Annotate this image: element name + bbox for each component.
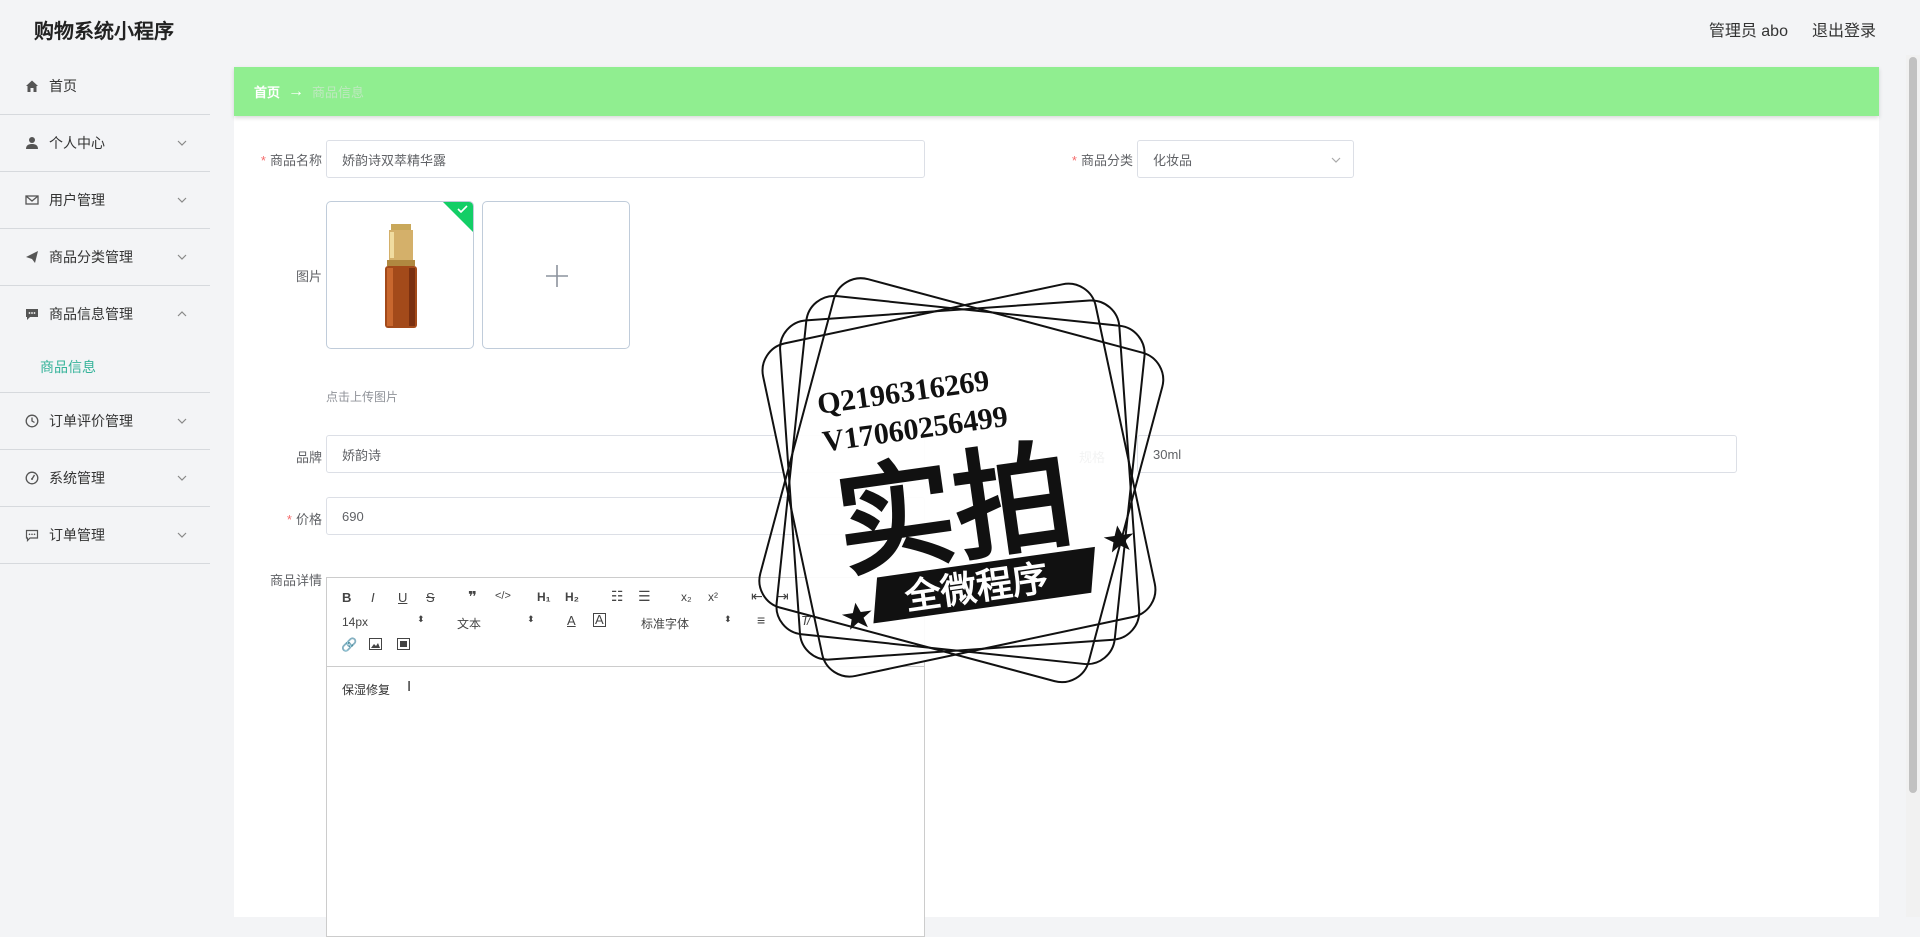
chevron-up-icon — [177, 311, 187, 317]
home-icon — [24, 78, 40, 94]
sidebar-item-system-management[interactable]: 系统管理 — [0, 450, 210, 507]
background-color-icon[interactable]: A — [593, 613, 606, 627]
chevron-down-icon — [1331, 157, 1341, 163]
uploaded-image-thumbnail[interactable] — [326, 201, 474, 349]
product-category-select[interactable]: 化妆品 — [1137, 140, 1354, 178]
sidebar-item-label: 商品分类管理 — [49, 249, 133, 265]
chevron-down-icon — [177, 140, 187, 146]
chevron-down-icon — [177, 254, 187, 260]
superscript-icon[interactable]: x² — [708, 590, 718, 604]
select-updown-icon: ⬍ — [527, 614, 535, 624]
breadcrumb-current: 商品信息 — [312, 85, 365, 100]
image-icon[interactable] — [369, 638, 382, 653]
video-icon[interactable] — [397, 638, 410, 653]
select-updown-icon: ⬍ — [417, 614, 425, 624]
sidebar: 首页 个人中心 用户管理 商品分类管理 商品信息管理 商品信息 订单评价管理 系… — [0, 58, 210, 917]
subscript-icon[interactable]: x₂ — [681, 590, 692, 604]
main-content: 首页 → 商品信息 * 商品名称 娇韵诗双萃精华露 * 商品分类 化妆品 图片 点击 — [234, 67, 1879, 937]
upload-add-button[interactable] — [482, 201, 630, 349]
user-icon — [24, 135, 40, 151]
current-user: 管理员 abo — [1708, 23, 1788, 40]
clock-icon — [24, 413, 40, 429]
scrollbar-thumb[interactable] — [1909, 57, 1917, 793]
arrow-right-icon: → — [288, 82, 305, 100]
spec-input[interactable]: 30ml — [1137, 435, 1737, 473]
sidebar-subitem-product-info[interactable]: 商品信息 — [0, 342, 210, 393]
mail-icon — [24, 192, 40, 208]
chat-icon — [24, 306, 40, 322]
product-name-label: * 商品名称 — [260, 153, 322, 168]
sidebar-item-label: 订单评价管理 — [49, 413, 133, 429]
product-category-label: * 商品分类 — [1071, 153, 1133, 168]
sidebar-item-order-review[interactable]: 订单评价管理 — [0, 393, 210, 450]
text-type-select[interactable]: 文本 — [457, 615, 481, 632]
sidebar-item-label: 首页 — [49, 78, 77, 94]
font-family-select[interactable]: 标准字体 — [641, 615, 689, 632]
bullet-list-icon[interactable]: ☰ — [638, 588, 651, 605]
select-updown-icon: ⬍ — [724, 614, 732, 624]
header1-icon[interactable]: H₁ — [537, 590, 551, 604]
select-value: 化妆品 — [1153, 152, 1193, 168]
sidebar-item-personal-center[interactable]: 个人中心 — [0, 115, 210, 172]
italic-icon[interactable]: I — [371, 590, 375, 605]
strike-icon[interactable]: S — [426, 590, 435, 605]
app-title: 购物系统小程序 — [34, 21, 174, 43]
image-label: 图片 — [295, 269, 322, 284]
price-label: * 价格 — [286, 512, 322, 527]
brand-label: 品牌 — [295, 450, 322, 465]
sidebar-item-label: 订单管理 — [49, 527, 105, 543]
header-user-area: 管理员 abo 退出登录 — [1709, 17, 1876, 41]
chevron-down-icon — [177, 197, 187, 203]
underline-icon[interactable]: U — [398, 590, 407, 605]
text-cursor-icon: I — [407, 678, 412, 695]
editor-content[interactable]: 保湿修复 — [342, 681, 390, 698]
chevron-down-icon — [177, 532, 187, 538]
bold-icon[interactable]: B — [342, 590, 351, 605]
detail-label: 商品详情 — [269, 573, 322, 588]
send-icon — [24, 249, 40, 265]
watermark-stamp: Q2196316269 V17060256499 实拍 全微程序 — [758, 277, 1165, 684]
sidebar-item-order-management[interactable]: 订单管理 — [0, 507, 210, 564]
sidebar-item-home[interactable]: 首页 — [0, 58, 210, 115]
blockquote-icon[interactable]: ❞ — [468, 588, 477, 606]
upload-hint: 点击上传图片 — [326, 390, 399, 404]
sidebar-item-label: 系统管理 — [49, 470, 105, 486]
sidebar-item-label: 用户管理 — [49, 192, 105, 208]
link-icon[interactable]: 🔗 — [341, 637, 357, 653]
sidebar-item-category-management[interactable]: 商品分类管理 — [0, 229, 210, 286]
header2-icon[interactable]: H₂ — [565, 590, 579, 604]
sidebar-item-label: 个人中心 — [49, 135, 105, 151]
gauge-icon — [24, 470, 40, 486]
code-block-icon[interactable]: </> — [495, 590, 511, 602]
font-color-icon[interactable]: A — [567, 613, 576, 628]
top-bar: 购物系统小程序 管理员 abo 退出登录 — [0, 0, 1920, 55]
plus-icon — [546, 265, 568, 287]
logout-button[interactable]: 退出登录 — [1812, 17, 1876, 41]
breadcrumb-home[interactable]: 首页 — [254, 82, 280, 101]
upload-success-icon — [443, 202, 473, 232]
sidebar-item-product-management[interactable]: 商品信息管理 — [0, 286, 210, 342]
breadcrumb: 首页 → 商品信息 — [234, 67, 1879, 116]
product-name-input[interactable]: 娇韵诗双萃精华露 — [326, 140, 925, 178]
chevron-down-icon — [177, 475, 187, 481]
sidebar-item-label: 商品信息管理 — [49, 306, 133, 322]
comment-icon — [24, 527, 40, 543]
ordered-list-icon[interactable]: ☷ — [611, 588, 624, 605]
font-size-select[interactable]: 14px — [342, 615, 368, 629]
chevron-down-icon — [177, 418, 187, 424]
page-scrollbar[interactable] — [1906, 55, 1920, 917]
sidebar-item-user-management[interactable]: 用户管理 — [0, 172, 210, 229]
